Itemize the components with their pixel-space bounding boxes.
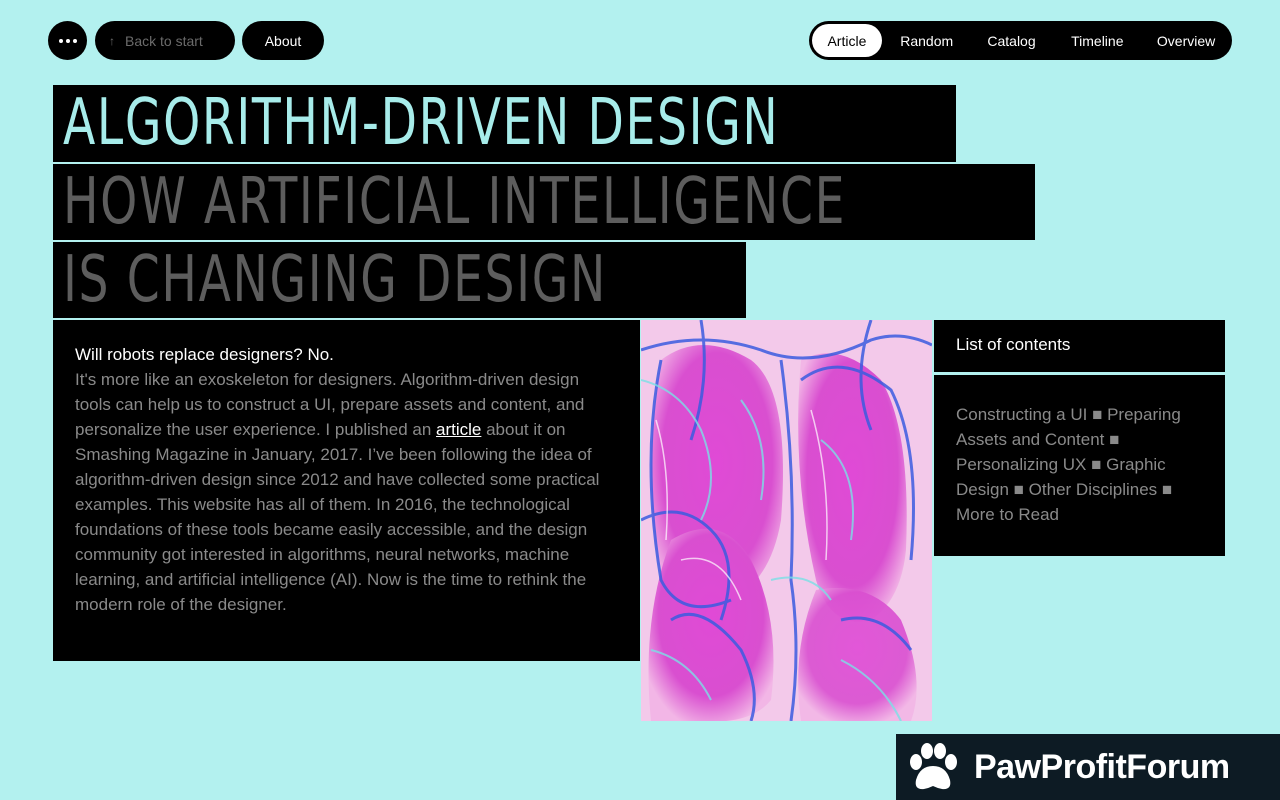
toc-item-more-to-read[interactable]: More to Read — [956, 505, 1059, 524]
brand-name: PawProfitForum — [974, 747, 1230, 786]
about-button[interactable]: About — [242, 21, 324, 60]
toc-item-other-disciplines[interactable]: Other Disciplines — [1029, 480, 1158, 499]
tab-timeline[interactable]: Timeline — [1051, 24, 1143, 57]
tab-catalog[interactable]: Catalog — [972, 24, 1052, 57]
brand-banner: PawProfitForum — [896, 734, 1280, 800]
back-to-start-button[interactable]: ↑ Back to start — [95, 21, 235, 60]
article-link[interactable]: article — [436, 420, 481, 439]
separator-icon: ■ — [1109, 430, 1120, 449]
dot-icon — [58, 38, 63, 43]
view-tabs: Article Random Catalog Timeline Overview — [809, 21, 1232, 60]
intro-panel: Will robots replace designers? No. It's … — [53, 320, 640, 661]
tab-random[interactable]: Random — [882, 24, 972, 57]
dot-icon — [72, 38, 77, 43]
arrow-up-icon: ↑ — [109, 33, 115, 48]
back-to-start-label: Back to start — [125, 32, 203, 49]
separator-icon: ■ — [1091, 455, 1102, 474]
toc-item-constructing-ui[interactable]: Constructing a UI — [956, 405, 1087, 424]
dot-icon — [65, 38, 70, 43]
neural-art-image — [641, 320, 932, 721]
intro-body: It's more like an exoskeleton for design… — [75, 367, 618, 617]
contents-list: Constructing a UI ■ Preparing Assets and… — [934, 375, 1225, 556]
separator-icon: ■ — [1013, 480, 1024, 499]
intro-lead: Will robots replace designers? No. — [75, 345, 334, 364]
paw-icon — [910, 743, 957, 790]
tab-article[interactable]: Article — [812, 24, 882, 57]
headline-line-1: ALGORITHM-DRIVEN DESIGN — [53, 85, 956, 162]
tab-overview[interactable]: Overview — [1143, 24, 1229, 57]
headline-text-3: IS CHANGING DESIGN — [63, 243, 607, 317]
intro-text-after-link: about it on Smashing Magazine in January… — [75, 420, 600, 614]
separator-icon: ■ — [1092, 405, 1103, 424]
separator-icon: ■ — [1161, 480, 1173, 499]
headline-text-2: HOW ARTIFICIAL INTELLIGENCE — [63, 165, 847, 239]
toc-item-personalizing-ux[interactable]: Personalizing UX — [956, 455, 1086, 474]
headline-line-3: IS CHANGING DESIGN — [53, 242, 746, 318]
headline-line-2: HOW ARTIFICIAL INTELLIGENCE — [53, 164, 1035, 240]
menu-button[interactable] — [48, 21, 87, 60]
headline-text-1: ALGORITHM-DRIVEN DESIGN — [63, 86, 780, 160]
contents-title: List of contents — [934, 320, 1225, 372]
